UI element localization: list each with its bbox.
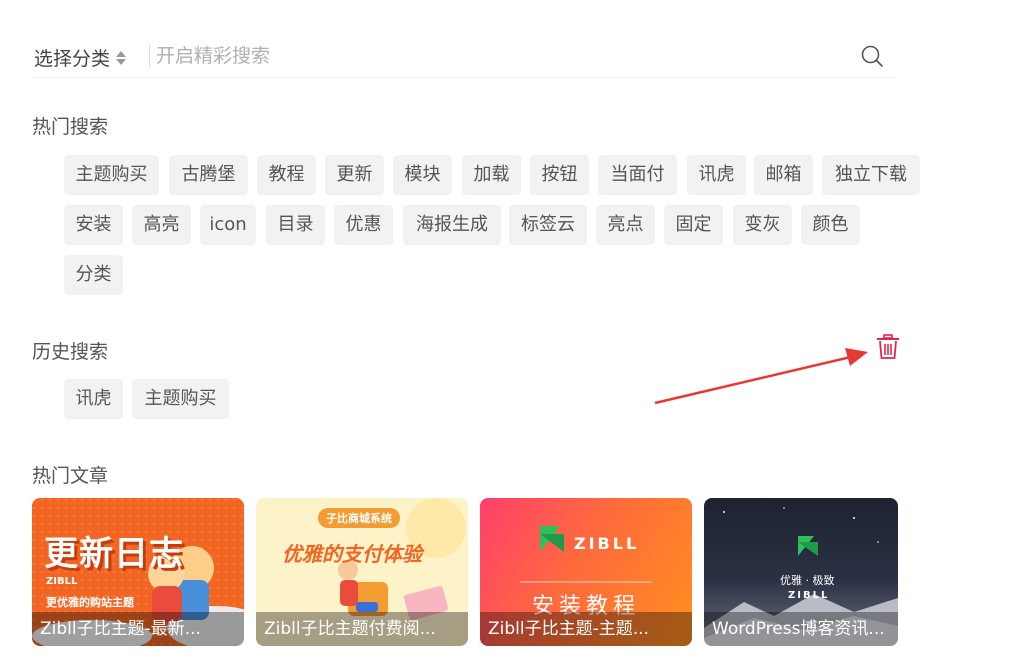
category-select-label: 选择分类 — [34, 48, 111, 70]
article-art-badge: 子比商城系统 — [318, 508, 400, 528]
hot-tag[interactable]: 主题购买 — [64, 155, 159, 195]
hot-tag[interactable]: 古腾堡 — [169, 155, 248, 195]
history-tag[interactable]: 讯虎 — [64, 379, 123, 419]
article-card[interactable]: 优雅 · 极致 ZIBLL WordPress博客资讯... — [704, 498, 898, 646]
article-art-title: 更新日志 — [44, 534, 184, 574]
article-card[interactable]: 子比商城系统 优雅的支付体验 Zibll子比主题付费阅... — [256, 498, 468, 646]
hot-tag[interactable]: 安装 — [64, 205, 123, 245]
trash-icon — [877, 334, 899, 359]
hot-tag[interactable]: 教程 — [257, 155, 316, 195]
search-input[interactable] — [156, 40, 836, 72]
hot-articles-title: 热门文章 — [32, 465, 109, 487]
article-art-brand: ZIBLL — [46, 576, 78, 587]
article-caption: WordPress博客资讯... — [704, 612, 898, 646]
article-art-subtitle: 优雅 · 极致 — [780, 574, 835, 587]
category-select[interactable]: 选择分类 — [34, 44, 127, 71]
article-card[interactable]: 更新日志 ZIBLL 更优雅的购站主题 Zibll子比主题-最新... — [32, 498, 244, 646]
hot-tag[interactable]: 变灰 — [733, 205, 792, 245]
article-caption: Zibll子比主题-最新... — [32, 612, 244, 646]
article-art-title: 优雅的支付体验 — [282, 542, 422, 566]
search-bar: 选择分类 — [32, 32, 896, 78]
hot-tag[interactable]: 颜色 — [801, 205, 860, 245]
hot-search-title: 热门搜索 — [32, 116, 109, 138]
hot-tag[interactable]: 标签云 — [509, 205, 587, 245]
search-divider — [149, 44, 150, 68]
hot-tag[interactable]: 讯虎 — [687, 155, 746, 195]
hot-tag[interactable]: 海报生成 — [403, 205, 501, 245]
hot-tag[interactable]: 邮箱 — [754, 155, 813, 195]
history-search-title: 历史搜索 — [32, 341, 109, 363]
article-art-brand: ZIBLL — [788, 590, 830, 601]
hot-tag[interactable]: 模块 — [393, 155, 452, 195]
hot-tag[interactable]: 按钮 — [530, 155, 589, 195]
article-art-subtitle: 更优雅的购站主题 — [46, 596, 134, 609]
clear-history-button[interactable] — [876, 334, 900, 360]
article-card[interactable]: ZIBLL 安装教程 Zibll子比主题-主题... — [480, 498, 692, 646]
article-caption: Zibll子比主题付费阅... — [256, 612, 468, 646]
article-art-brand: ZIBLL — [574, 534, 640, 553]
hot-tag[interactable]: 更新 — [325, 155, 384, 195]
sort-arrows-icon — [116, 50, 127, 66]
hot-tag[interactable]: 独立下载 — [822, 155, 920, 195]
hot-tag[interactable]: 加载 — [462, 155, 521, 195]
article-caption: Zibll子比主题-主题... — [480, 612, 692, 646]
search-icon — [861, 45, 883, 67]
hot-tag[interactable]: 当面付 — [598, 155, 677, 195]
hot-tag[interactable]: 优惠 — [334, 205, 393, 245]
hot-tag[interactable]: 高亮 — [132, 205, 191, 245]
hot-tag[interactable]: 目录 — [266, 205, 325, 245]
history-tag[interactable]: 主题购买 — [132, 379, 229, 419]
search-button[interactable] — [860, 44, 884, 68]
hot-tag[interactable]: 亮点 — [596, 205, 655, 245]
hot-tag[interactable]: 分类 — [64, 255, 123, 295]
hot-tag[interactable]: icon — [200, 205, 256, 245]
hot-tag[interactable]: 固定 — [664, 205, 723, 245]
